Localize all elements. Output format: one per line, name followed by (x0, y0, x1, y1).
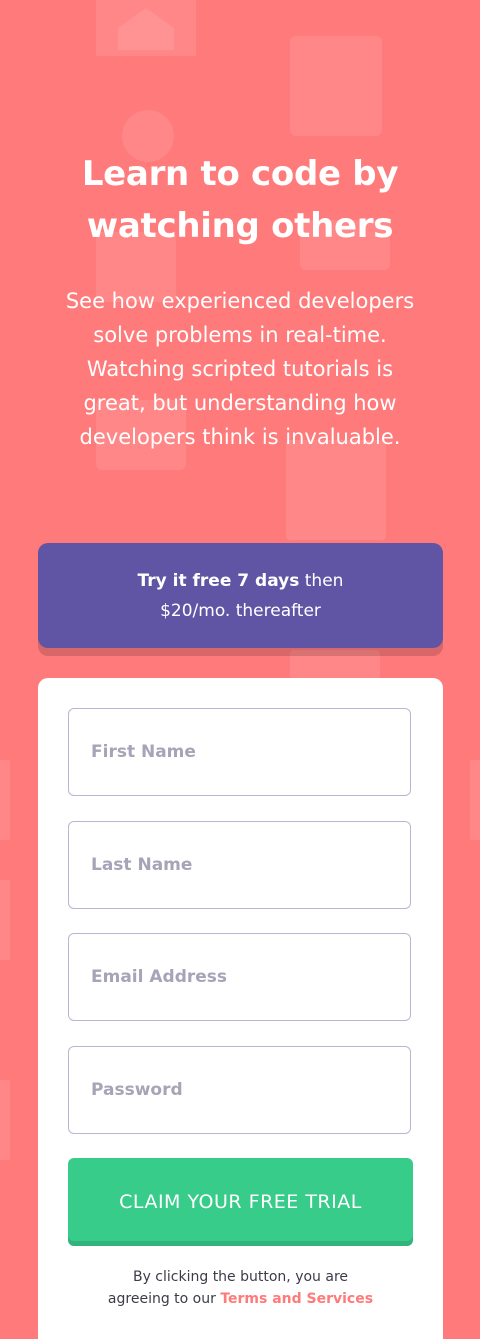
trial-promo-banner: Try it free 7 days then $20/mo. thereaft… (38, 543, 443, 648)
promo-price-text: $20/mo. thereafter (160, 600, 321, 621)
last-name-input[interactable]: Last Name (68, 821, 411, 909)
terms-link[interactable]: Terms and Services (220, 1291, 373, 1307)
terms-notice: By clicking the button, you are agreeing… (38, 1266, 443, 1310)
promo-then-text: then (304, 570, 344, 591)
hero-description-line-3: Watching scripted tutorials is (86, 357, 394, 381)
terms-line-1: By clicking the button, you are (132, 1269, 349, 1285)
page-title-line-1: Learn to code by (81, 154, 399, 194)
first-name-placeholder: First Name (91, 742, 196, 762)
promo-text: Try it free 7 days then $20/mo. thereaft… (138, 566, 344, 626)
hero-description-line-4: great, but understanding how (83, 391, 397, 415)
email-placeholder: Email Address (91, 967, 228, 987)
email-input[interactable]: Email Address (68, 933, 411, 1021)
page-title-line-2: watching others (86, 206, 394, 246)
password-input[interactable]: Password (68, 1046, 411, 1134)
last-name-placeholder: Last Name (91, 855, 193, 875)
hero-description: See how experienced developers solve pro… (30, 284, 450, 454)
page-title: Learn to code by watching others (50, 148, 430, 252)
terms-prefix: agreeing to our (107, 1291, 216, 1307)
password-placeholder: Password (91, 1080, 183, 1100)
first-name-input[interactable]: First Name (68, 708, 411, 796)
hero-description-line-5: developers think is invaluable. (79, 425, 401, 449)
hero-section: Learn to code by watching others See how… (0, 148, 480, 454)
terms-line-2: agreeing to our Terms and Services (38, 1288, 443, 1310)
promo-bold-text: Try it free 7 days (137, 570, 300, 591)
claim-free-trial-button[interactable]: CLAIM YOUR FREE TRIAL (68, 1158, 413, 1246)
signup-form: First Name Last Name Email Address Passw… (38, 678, 443, 1339)
hero-description-line-1: See how experienced developers (65, 289, 415, 313)
hero-description-line-2: solve problems in real-time. (93, 323, 387, 347)
